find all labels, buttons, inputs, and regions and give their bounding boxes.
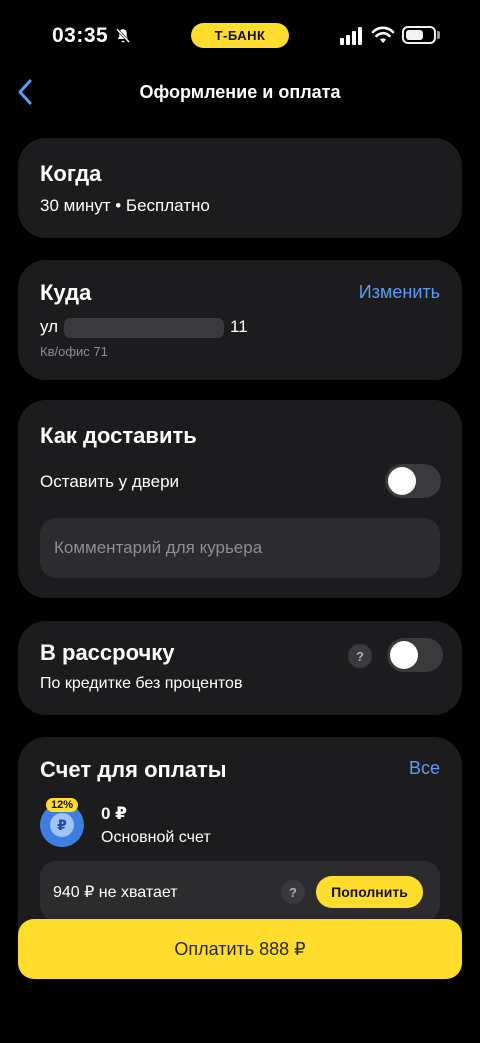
signal-icon [340,27,362,45]
shortage-row: 940 ₽ не хватает ? Пополнить [40,861,440,921]
delivery-time: 30 минут [40,196,111,215]
bank-label: Т-БАНК [191,23,289,48]
battery-icon [402,26,436,44]
toggle-knob [388,467,416,495]
redacted-address [64,317,225,338]
where-card: Куда Изменить ул 11 Кв/офис 71 [18,260,462,380]
installment-card: В рассрочку По кредитке без процентов ? [18,621,462,715]
house-number: 11 [230,317,248,336]
when-details: 30 минут • Бесплатно [40,196,210,216]
leave-at-door-toggle[interactable] [385,464,441,498]
separator-dot: • [115,196,122,215]
installment-subtitle: По кредитке без процентов [40,675,243,692]
nav-bar: Оформление и оплата [0,72,480,112]
all-accounts-link[interactable]: Все [409,758,440,779]
shortage-help-icon[interactable]: ? [281,880,305,904]
installment-help-icon[interactable]: ? [348,644,372,668]
change-address-link[interactable]: Изменить [359,282,440,303]
installment-toggle[interactable] [387,638,443,672]
pay-button[interactable]: Оплатить 888 ₽ [18,919,462,979]
when-title: Когда [40,161,102,186]
delivery-method-title: Как доставить [40,423,197,448]
address-line: ул 11 [40,317,248,338]
shortage-text: 940 ₽ не хватает [53,884,178,901]
where-title: Куда [40,280,92,305]
when-card: Когда 30 минут • Бесплатно [18,138,462,238]
account-name: Основной счет [101,829,211,846]
account-balance: 0 ₽ [101,804,128,823]
courier-comment-input[interactable] [40,518,440,578]
status-bar: 03:35 Т-БАНК [0,0,480,72]
delivery-method-card: Как доставить Оставить у двери [18,400,462,598]
bell-slash-icon [116,28,130,43]
leave-at-door-label: Оставить у двери [40,472,180,491]
page-title: Оформление и оплата [139,82,341,102]
street-prefix: ул [40,317,59,336]
toggle-knob [390,641,418,669]
delivery-price: Бесплатно [125,196,210,215]
topup-button[interactable]: Пополнить [316,876,423,908]
apartment-label: Кв/офис 71 [40,344,108,359]
cashback-badge: 12% [46,798,79,812]
payment-account-title: Счет для оплаты [40,757,227,782]
installment-title: В рассрочку [40,640,175,665]
ruble-icon: ₽ [50,813,74,837]
wifi-icon [371,26,395,43]
status-time: 03:35 [52,24,109,47]
